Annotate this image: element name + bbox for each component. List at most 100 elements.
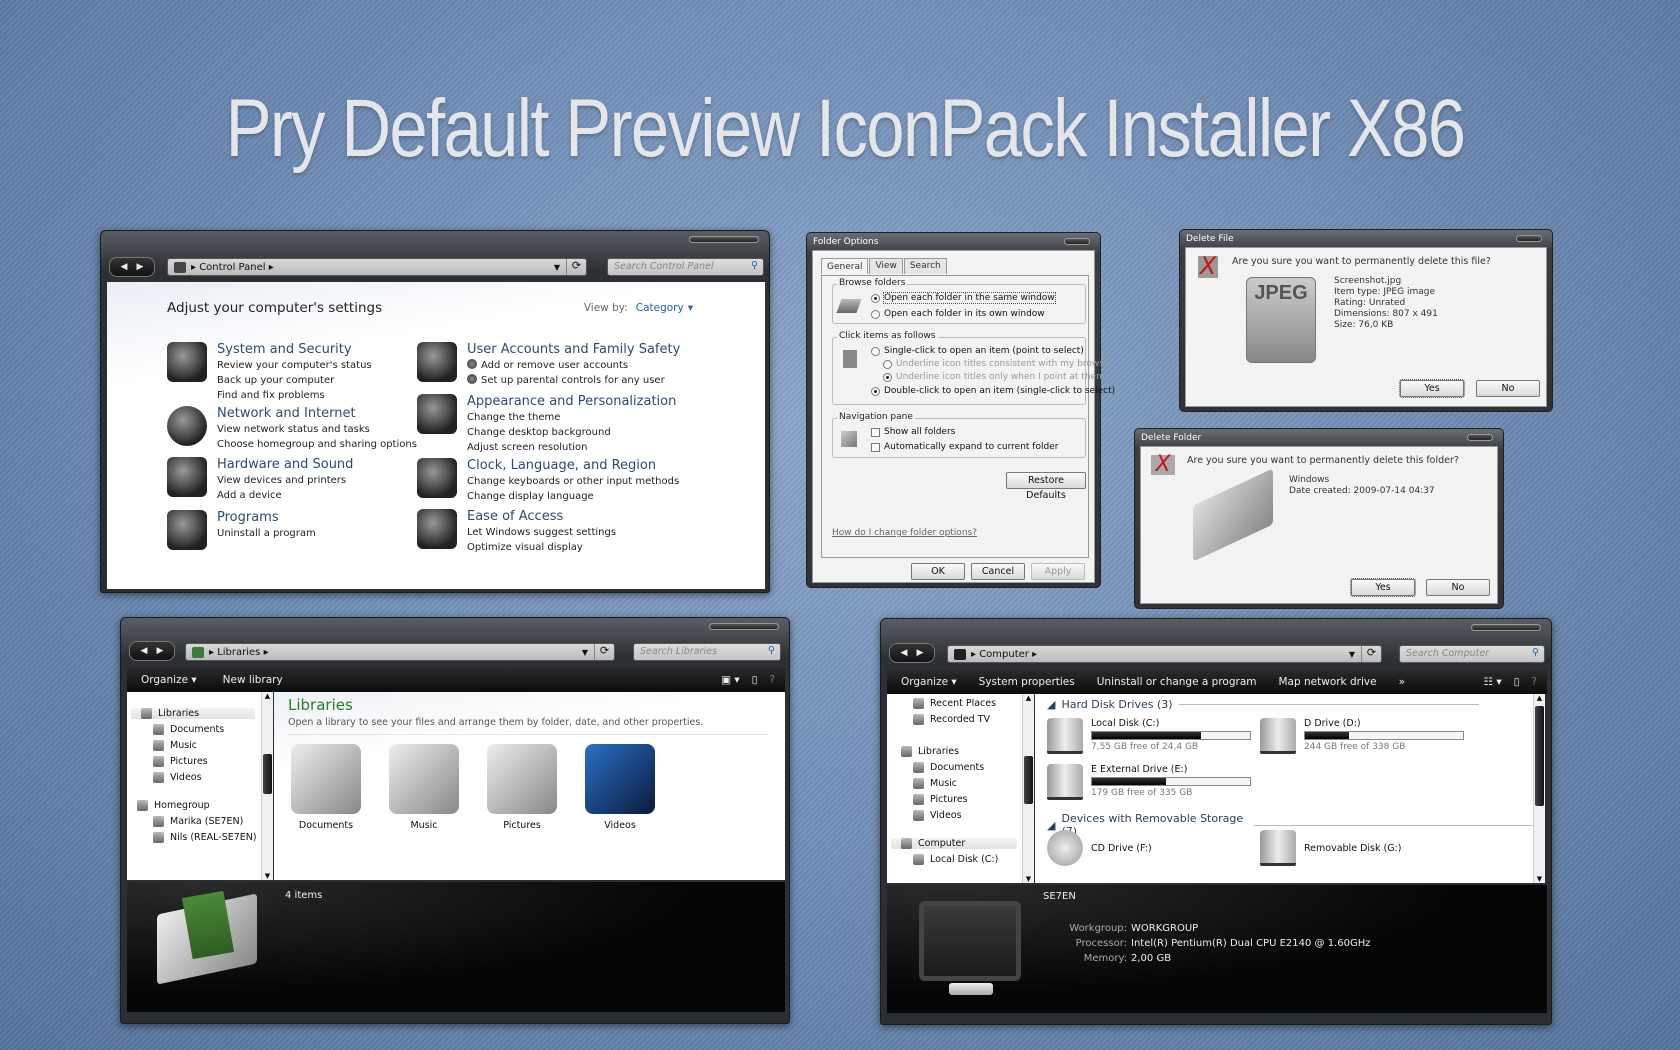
library-videos[interactable]: Videos bbox=[580, 744, 660, 831]
nav-item[interactable]: Computer bbox=[891, 838, 1017, 849]
checkbox-show-all-folders[interactable]: Show all folders bbox=[871, 427, 955, 437]
category-link[interactable]: Add a device bbox=[217, 488, 353, 503]
search-input[interactable]: Search Computer ⚲ bbox=[1399, 645, 1545, 663]
nav-item[interactable]: Music bbox=[913, 778, 957, 789]
category-link[interactable]: Add or remove user accounts bbox=[467, 358, 680, 373]
refresh-icon[interactable]: ⟳ bbox=[1361, 646, 1381, 662]
category-title[interactable]: Clock, Language, and Region bbox=[467, 458, 679, 474]
search-input[interactable]: Search Libraries ⚲ bbox=[633, 643, 781, 661]
category-link[interactable]: Change keyboards or other input methods bbox=[467, 474, 679, 489]
cancel-button[interactable]: Cancel bbox=[971, 563, 1025, 580]
nav-item[interactable]: Pictures bbox=[153, 756, 208, 767]
yes-button[interactable]: Yes bbox=[1350, 578, 1416, 597]
category-link[interactable]: Let Windows suggest settings bbox=[467, 525, 616, 540]
nav-item[interactable]: Recorded TV bbox=[913, 714, 990, 725]
view-options-icon[interactable]: ☷ ▾ bbox=[1484, 676, 1502, 688]
radio-underline-browser[interactable]: Underline icon titles consistent with my… bbox=[883, 359, 1113, 369]
category-link[interactable]: Review your computer's status bbox=[217, 358, 372, 373]
category-link[interactable]: Back up your computer bbox=[217, 373, 372, 388]
map-network-drive-button[interactable]: Map network drive bbox=[1279, 676, 1377, 688]
back-forward-buttons[interactable]: ◀ ▶ bbox=[889, 643, 935, 663]
network-globe-icon[interactable] bbox=[167, 406, 207, 446]
view-by[interactable]: View by: Category ▾ bbox=[584, 302, 693, 314]
category-link[interactable]: View devices and printers bbox=[217, 473, 353, 488]
tab-view[interactable]: View bbox=[869, 258, 903, 274]
close-button[interactable] bbox=[1467, 434, 1493, 441]
nav-item[interactable]: Videos bbox=[913, 810, 962, 821]
help-icon[interactable]: ? bbox=[1531, 676, 1537, 688]
help-link[interactable]: How do I change folder options? bbox=[832, 528, 977, 538]
system-security-icon[interactable] bbox=[167, 342, 207, 382]
category-link[interactable]: Choose homegroup and sharing options bbox=[217, 437, 417, 452]
radio-underline-point[interactable]: Underline icon titles only when I point … bbox=[883, 372, 1105, 382]
category-link[interactable]: Find and fix problems bbox=[217, 388, 372, 403]
headphones-player-icon[interactable] bbox=[167, 457, 207, 497]
address-bar[interactable]: ▸ Control Panel ▸ ▼ ⟳ bbox=[167, 258, 587, 276]
tab-general[interactable]: General bbox=[821, 258, 869, 274]
section-hard-disk-drives[interactable]: ◢ Hard Disk Drives (3) bbox=[1047, 698, 1479, 711]
category-title[interactable]: Programs bbox=[217, 510, 316, 526]
mask-icon[interactable] bbox=[417, 394, 457, 434]
chevron-down-icon[interactable]: ▼ bbox=[554, 263, 560, 272]
radio-same-window[interactable]: Open each folder in the same window bbox=[871, 292, 1056, 304]
preview-pane-icon[interactable]: ▯ bbox=[1514, 676, 1520, 688]
category-link[interactable]: Change desktop background bbox=[467, 425, 676, 440]
nav-item[interactable]: Nils (REAL-SE7EN) bbox=[153, 832, 257, 843]
close-button[interactable] bbox=[1064, 238, 1090, 245]
organize-button[interactable]: Organize ▾ bbox=[141, 674, 197, 686]
category-link[interactable]: Change the theme bbox=[467, 410, 676, 425]
search-icon[interactable]: ⚲ bbox=[751, 260, 758, 271]
no-button[interactable]: No bbox=[1426, 579, 1490, 596]
category-title[interactable]: System and Security bbox=[217, 342, 372, 358]
category-link[interactable]: Set up parental controls for any user bbox=[467, 373, 680, 388]
category-link[interactable]: View network status and tasks bbox=[217, 422, 417, 437]
category-title[interactable]: Appearance and Personalization bbox=[467, 394, 676, 410]
window-controls[interactable] bbox=[1471, 624, 1541, 631]
radio-double-click[interactable]: Double-click to open an item (single-cli… bbox=[871, 386, 1115, 396]
back-forward-buttons[interactable]: ◀ ▶ bbox=[109, 257, 155, 277]
nav-item[interactable]: Local Disk (C:) bbox=[913, 854, 998, 865]
yes-button[interactable]: Yes bbox=[1399, 379, 1465, 398]
drive-item[interactable]: Local Disk (C:) 7,55 GB free of 24,4 GB bbox=[1047, 718, 1251, 754]
restore-defaults-button[interactable]: Restore Defaults bbox=[1006, 472, 1086, 501]
refresh-icon[interactable]: ⟳ bbox=[594, 644, 614, 660]
back-forward-buttons[interactable]: ◀ ▶ bbox=[129, 641, 175, 661]
library-pictures[interactable]: Pictures bbox=[482, 744, 562, 831]
programs-icon[interactable] bbox=[167, 510, 207, 550]
apply-button[interactable]: Apply bbox=[1031, 563, 1085, 580]
alarm-clock-icon[interactable] bbox=[417, 458, 457, 498]
nav-item[interactable]: Libraries bbox=[901, 746, 959, 757]
address-bar[interactable]: ▸ Computer ▸ ▼ ⟳ bbox=[947, 645, 1382, 663]
nav-item[interactable]: Pictures bbox=[913, 794, 968, 805]
nav-item[interactable]: Videos bbox=[153, 772, 202, 783]
ok-button[interactable]: OK bbox=[911, 563, 965, 580]
address-bar[interactable]: ▸ Libraries ▸ ▼ ⟳ bbox=[185, 643, 615, 661]
nav-item[interactable]: Recent Places bbox=[913, 698, 996, 709]
radio-own-window[interactable]: Open each folder in its own window bbox=[871, 309, 1045, 319]
no-button[interactable]: No bbox=[1476, 380, 1540, 397]
checkbox-auto-expand[interactable]: Automatically expand to current folder bbox=[871, 442, 1058, 452]
nav-item[interactable]: Libraries bbox=[131, 708, 255, 719]
content-scrollbar[interactable]: ▲ ▼ bbox=[1533, 694, 1545, 883]
users-icon[interactable] bbox=[417, 342, 457, 382]
search-input[interactable]: Search Control Panel ⚲ bbox=[607, 258, 764, 276]
nav-item[interactable]: Music bbox=[153, 740, 197, 751]
category-title[interactable]: User Accounts and Family Safety bbox=[467, 342, 680, 358]
category-title[interactable]: Ease of Access bbox=[467, 509, 616, 525]
category-link[interactable]: Uninstall a program bbox=[217, 526, 316, 541]
close-button[interactable] bbox=[1516, 235, 1542, 242]
preview-pane-icon[interactable]: ▯ bbox=[752, 674, 758, 686]
nav-scrollbar[interactable]: ▲ ▼ bbox=[261, 692, 273, 880]
nav-item[interactable]: Marika (SE7EN) bbox=[153, 816, 243, 827]
drive-item[interactable]: D Drive (D:) 244 GB free of 338 GB bbox=[1260, 718, 1464, 754]
category-link[interactable]: Adjust screen resolution bbox=[467, 440, 676, 455]
refresh-icon[interactable]: ⟳ bbox=[566, 259, 586, 275]
library-documents[interactable]: Documents bbox=[286, 744, 366, 831]
more-commands-button[interactable]: » bbox=[1399, 676, 1405, 688]
nav-item[interactable]: Documents bbox=[913, 762, 984, 773]
category-title[interactable]: Hardware and Sound bbox=[217, 457, 353, 473]
library-music[interactable]: Music bbox=[384, 744, 464, 831]
organize-button[interactable]: Organize ▾ bbox=[901, 676, 957, 688]
search-icon[interactable]: ⚲ bbox=[1532, 647, 1539, 658]
category-link[interactable]: Optimize visual display bbox=[467, 540, 616, 555]
